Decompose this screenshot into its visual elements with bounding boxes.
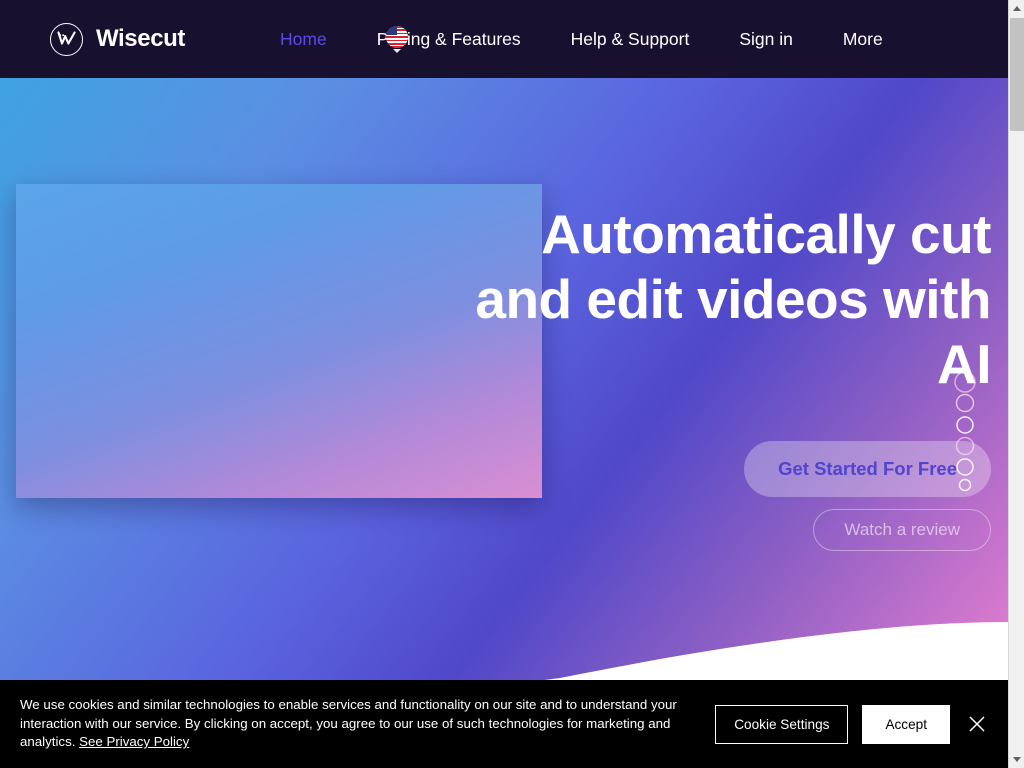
close-banner-button[interactable] [964,711,990,737]
hero-cta-group: Get Started For Free Watch a review [471,441,991,551]
nav-item-sign-in[interactable]: Sign in [714,0,818,78]
hero-copy-block: Automatically cut and edit videos with A… [471,202,992,551]
accept-cookies-button[interactable]: Accept [862,704,950,744]
chevron-down-icon [393,49,401,53]
us-flag-icon [386,26,408,48]
wisecut-w-logo-icon [50,22,83,56]
cookie-banner-actions: Cookie Settings Accept [715,704,990,744]
page-title: Automatically cut and edit videos with A… [475,203,991,395]
privacy-policy-link[interactable]: See Privacy Policy [79,734,189,749]
close-icon [969,716,985,732]
brand-logo-link[interactable]: Wisecut [50,22,186,56]
browser-viewport: Wisecut Home Pricing & Features Help & S… [0,0,1024,768]
main-navigation-bar: Wisecut Home Pricing & Features Help & S… [0,0,1008,78]
language-selector[interactable] [385,26,409,60]
brand-name-text: Wisecut [96,25,186,52]
nav-item-help[interactable]: Help & Support [546,0,715,78]
scroll-down-arrow-icon[interactable] [1009,751,1024,768]
scrollbar-thumb[interactable] [1010,18,1024,131]
hero-video[interactable] [16,184,542,498]
cookie-banner-message: We use cookies and similar technologies … [20,696,715,752]
nav-item-pricing[interactable]: Pricing & Features [352,0,546,78]
nav-item-home[interactable]: Home [255,0,352,78]
hero-wave-divider [0,622,1008,690]
hero-section: Automatically cut and edit videos with A… [0,78,1008,690]
get-started-button[interactable]: Get Started For Free [744,441,991,497]
page-content: Wisecut Home Pricing & Features Help & S… [0,0,1008,768]
nav-links-group: Home Pricing & Features Help & Support S… [255,0,908,78]
cookie-consent-banner: We use cookies and similar technologies … [0,680,1008,768]
nav-item-more[interactable]: More [818,0,908,78]
vertical-scrollbar[interactable] [1008,0,1024,768]
watch-review-button[interactable]: Watch a review [813,509,991,551]
scroll-up-arrow-icon[interactable] [1009,0,1024,17]
cookie-settings-button[interactable]: Cookie Settings [715,704,849,744]
